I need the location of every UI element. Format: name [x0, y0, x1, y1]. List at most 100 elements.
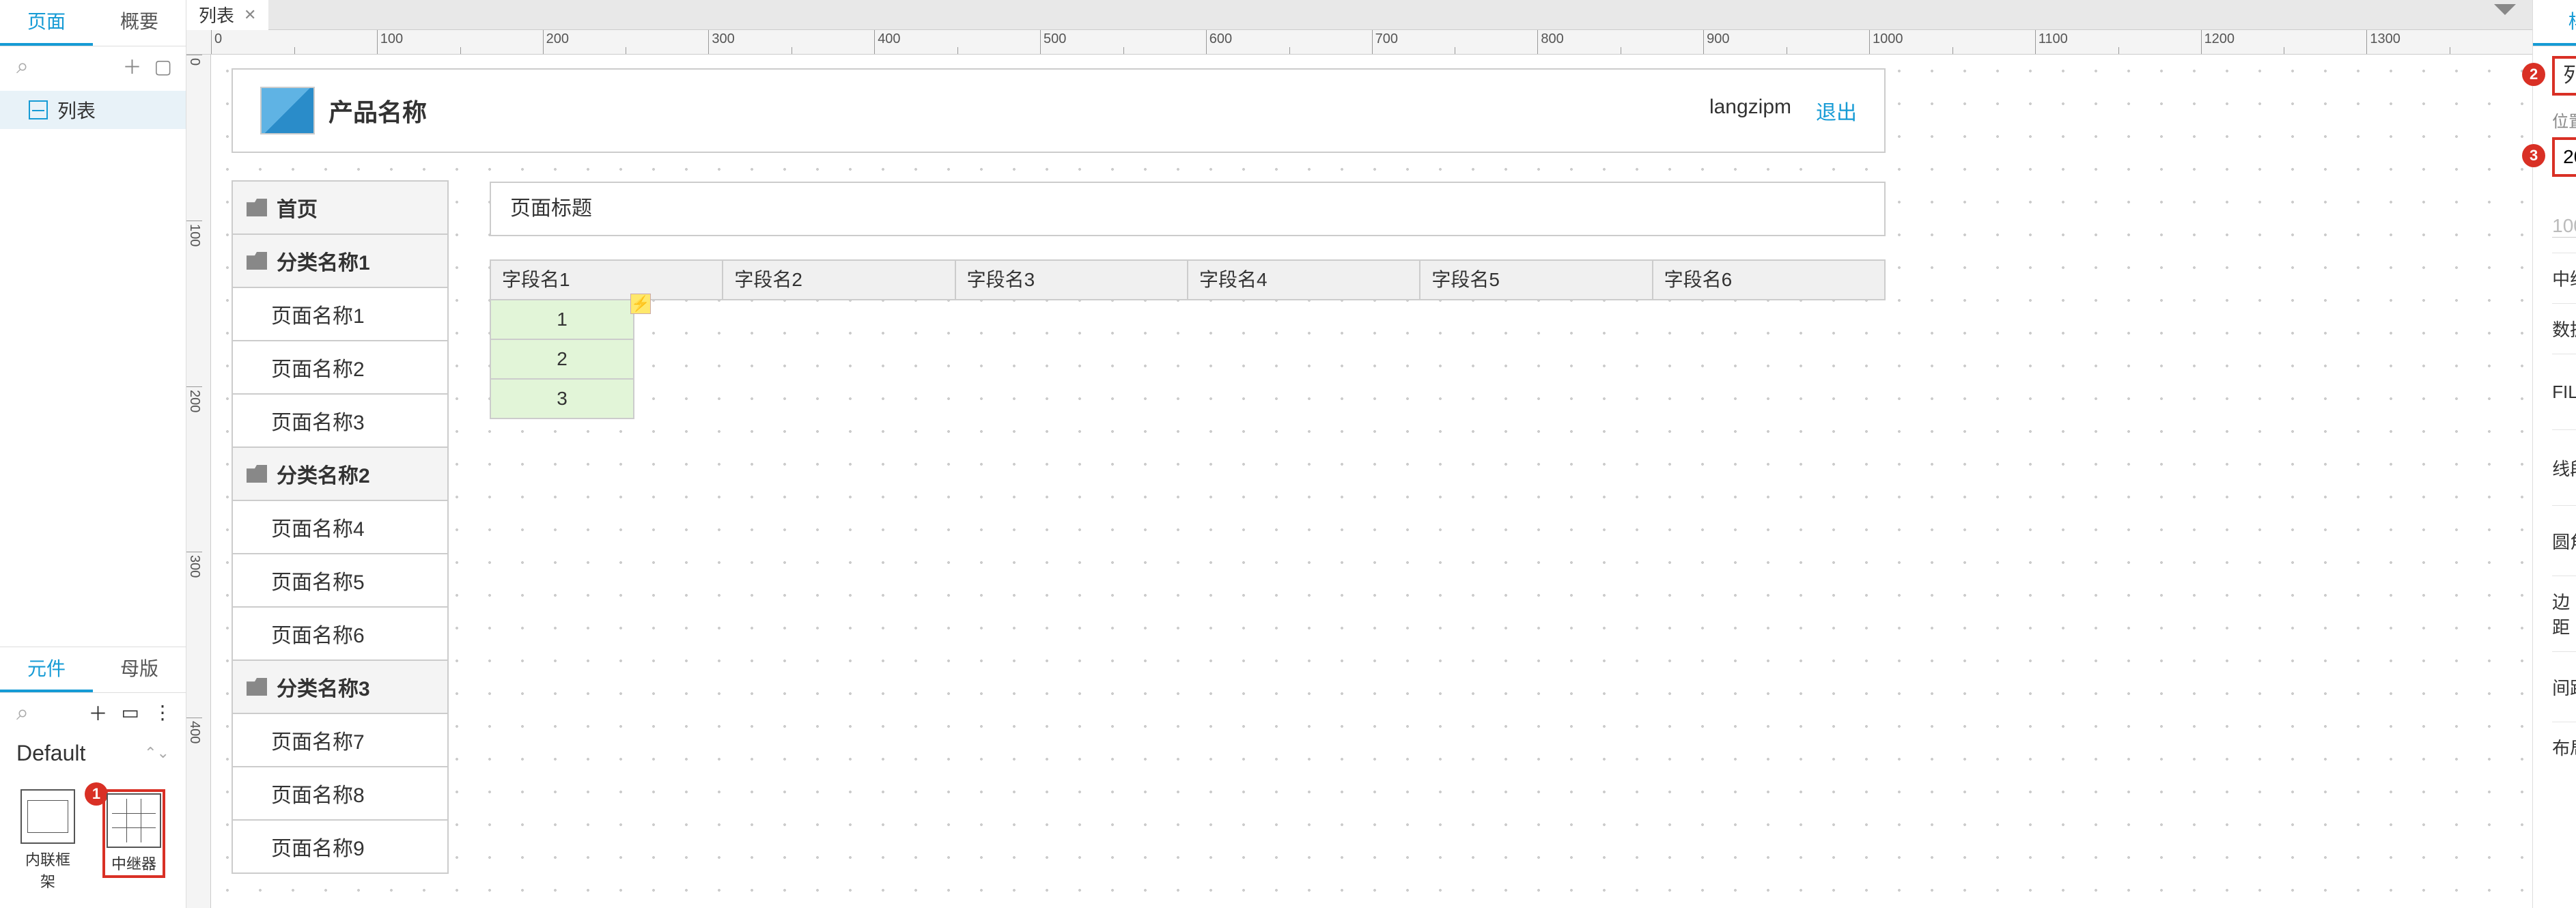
sidenav-label: 分类名称2 — [277, 459, 370, 489]
repeater-cell[interactable]: 3 — [490, 378, 634, 419]
marker-1: 1 — [85, 782, 108, 806]
editor-tab[interactable]: 列表 ✕ — [186, 0, 268, 30]
tree-item-label: 列表 — [57, 96, 96, 124]
sidenav-page[interactable]: 页面名称5 — [232, 553, 449, 608]
sidenav-page[interactable]: 页面名称1 — [232, 287, 449, 341]
sidenav-label: 页面名称1 — [271, 299, 365, 329]
tab-masters[interactable]: 母版 — [93, 647, 186, 692]
position-inputs: X Y — [2552, 137, 2576, 177]
sidenav-page[interactable]: 页面名称8 — [232, 766, 449, 821]
sidenav-page[interactable]: 页面名称6 — [232, 606, 449, 661]
sidenav-page[interactable]: 页面名称7 — [232, 713, 449, 767]
padding-section[interactable]: 边距▼ 左侧 顶部 右侧 底部 — [2552, 588, 2576, 639]
widget-inline-frame[interactable]: 内联框架 — [20, 789, 75, 892]
ruler-tick: 100 — [377, 30, 543, 54]
tab-widgets[interactable]: 元件 — [0, 647, 93, 692]
sidenav-label: 页面名称5 — [271, 565, 365, 595]
sidenav-label: 页面名称9 — [271, 832, 365, 862]
ruler-horizontal: 0 100 200 300 400 500 600 700 800 900 10… — [186, 30, 2532, 55]
search-icon[interactable]: ⌕ — [16, 53, 57, 79]
interaction-badge-icon[interactable]: ⚡ — [630, 294, 651, 314]
tab-menu-icon[interactable] — [2494, 4, 2516, 15]
ruler-tick: 200 — [186, 386, 202, 552]
sidenav-label: 页面名称2 — [271, 352, 365, 382]
close-icon[interactable]: ✕ — [244, 6, 256, 24]
page-title-box[interactable]: 页面标题 — [490, 182, 1886, 236]
ruler-tick: 500 — [1040, 30, 1206, 54]
tab-pages[interactable]: 页面 — [0, 0, 93, 46]
table-column-header[interactable]: 字段名3 — [955, 259, 1188, 300]
border-section[interactable]: 线段▼ 颜色 线宽 类型 — [2552, 442, 2576, 493]
repeater-instance[interactable]: 123 — [490, 300, 634, 419]
editor-tabbar: 列表 ✕ — [186, 0, 2532, 30]
fill-section[interactable]: FILL▼ 颜色 — [2552, 367, 2576, 417]
username[interactable]: langzipm — [1709, 96, 1791, 126]
sidenav-label: 分类名称3 — [277, 672, 370, 702]
tree-item-list[interactable]: 列表 — [0, 91, 186, 129]
widgets-search-row: ⌕ ＋ ▭ ⋮ — [0, 693, 186, 733]
table-column-header[interactable]: 字段名1 — [490, 259, 723, 300]
ruler-tick: 600 — [1206, 30, 1372, 54]
search-icon[interactable]: ⌕ — [16, 700, 39, 726]
marker-2: 2 — [2522, 63, 2545, 86]
ruler-tick: 1000 — [1869, 30, 2035, 54]
ruler-tick: 1100 — [2035, 30, 2201, 54]
logout-link[interactable]: 退出 — [1816, 96, 1857, 126]
add-folder-icon[interactable]: ▢ — [154, 55, 172, 78]
sidenav-page[interactable]: 页面名称2 — [232, 340, 449, 395]
sidenav-label: 页面名称7 — [271, 725, 365, 755]
table-header: 字段名1字段名2字段名3字段名4字段名5字段名6 — [490, 259, 1886, 300]
sidenav-category[interactable]: 分类名称1 — [232, 233, 449, 288]
sidenav-category[interactable]: 首页 — [232, 180, 449, 235]
ruler-tick: 800 — [1537, 30, 1703, 54]
ruler-tick: 1300 — [2366, 30, 2532, 54]
repeater-section[interactable]: 中继器▼ 适应HTML内容 — [2552, 266, 2576, 291]
library-name: Default — [16, 734, 85, 772]
library-select[interactable]: Default ⌃⌄ — [0, 733, 186, 773]
table-column-header[interactable]: 字段名2 — [722, 259, 955, 300]
widget-name-input[interactable]: 列表字段值 — [2552, 56, 2576, 96]
w-input[interactable] — [2552, 215, 2576, 238]
repeater-cell[interactable]: 1 — [490, 299, 634, 340]
sidenav-category[interactable]: 分类名称3 — [232, 659, 449, 714]
marker-3: 3 — [2522, 144, 2545, 167]
ruler-vertical: 0 100 200 300 400 — [186, 55, 211, 908]
header-frame[interactable]: 产品名称 langzipm 退出 — [232, 68, 1886, 153]
sidenav-label: 页面名称3 — [271, 406, 365, 436]
layout-section[interactable]: 布局▼ 垂直 水平 — [2552, 735, 2576, 760]
add-page-icon[interactable]: ＋ — [123, 53, 142, 80]
product-name[interactable]: 产品名称 — [328, 93, 427, 128]
widget-repeater-highlight: 中继器 — [102, 789, 165, 878]
sidenav-page[interactable]: 页面名称4 — [232, 500, 449, 554]
corner-section[interactable]: 圆角▼ 半径 — [2552, 518, 2576, 563]
folder-icon — [247, 678, 267, 696]
ruler-tick: 300 — [708, 30, 874, 54]
inspector-tabs: 样式 交互 说明 — [2533, 0, 2576, 46]
spacing-section[interactable]: 间距▼ 行 列 — [2552, 664, 2576, 709]
add-library-icon[interactable]: ＋ — [89, 699, 108, 726]
sidenav-label: 分类名称1 — [277, 246, 370, 276]
library-options-icon[interactable]: ▭ — [122, 701, 139, 724]
chevron-updown-icon: ⌃⌄ — [144, 734, 169, 772]
table-column-header[interactable]: 字段名4 — [1187, 259, 1420, 300]
repeater-cell[interactable]: 2 — [490, 339, 634, 380]
ruler-tick: 300 — [186, 552, 202, 718]
tab-outline[interactable]: 概要 — [93, 0, 186, 46]
widget-repeater[interactable]: 中继器 — [107, 793, 161, 874]
x-input[interactable] — [2559, 143, 2576, 171]
image-placeholder-icon[interactable] — [260, 87, 315, 134]
rotation-row: 0° 旋转 — [2552, 181, 2576, 201]
tab-style[interactable]: 样式 — [2533, 0, 2576, 46]
folder-icon — [247, 252, 267, 270]
more-icon[interactable]: ⋮ — [153, 701, 172, 724]
table-column-header[interactable]: 字段名6 — [1652, 259, 1886, 300]
table-column-header[interactable]: 字段名5 — [1419, 259, 1653, 300]
data-section[interactable]: 数据▶ — [2552, 316, 2576, 341]
sidenav-page[interactable]: 页面名称3 — [232, 393, 449, 448]
canvas[interactable]: 产品名称 langzipm 退出 首页分类名称1 页面名称1 页面名称2 页面名称3 分… — [211, 55, 2532, 908]
widget-label: 中继器 — [107, 852, 161, 874]
sidenav-page[interactable]: 页面名称9 — [232, 819, 449, 874]
repeater-icon — [107, 793, 161, 848]
folder-icon — [247, 199, 267, 216]
sidenav-category[interactable]: 分类名称2 — [232, 446, 449, 501]
